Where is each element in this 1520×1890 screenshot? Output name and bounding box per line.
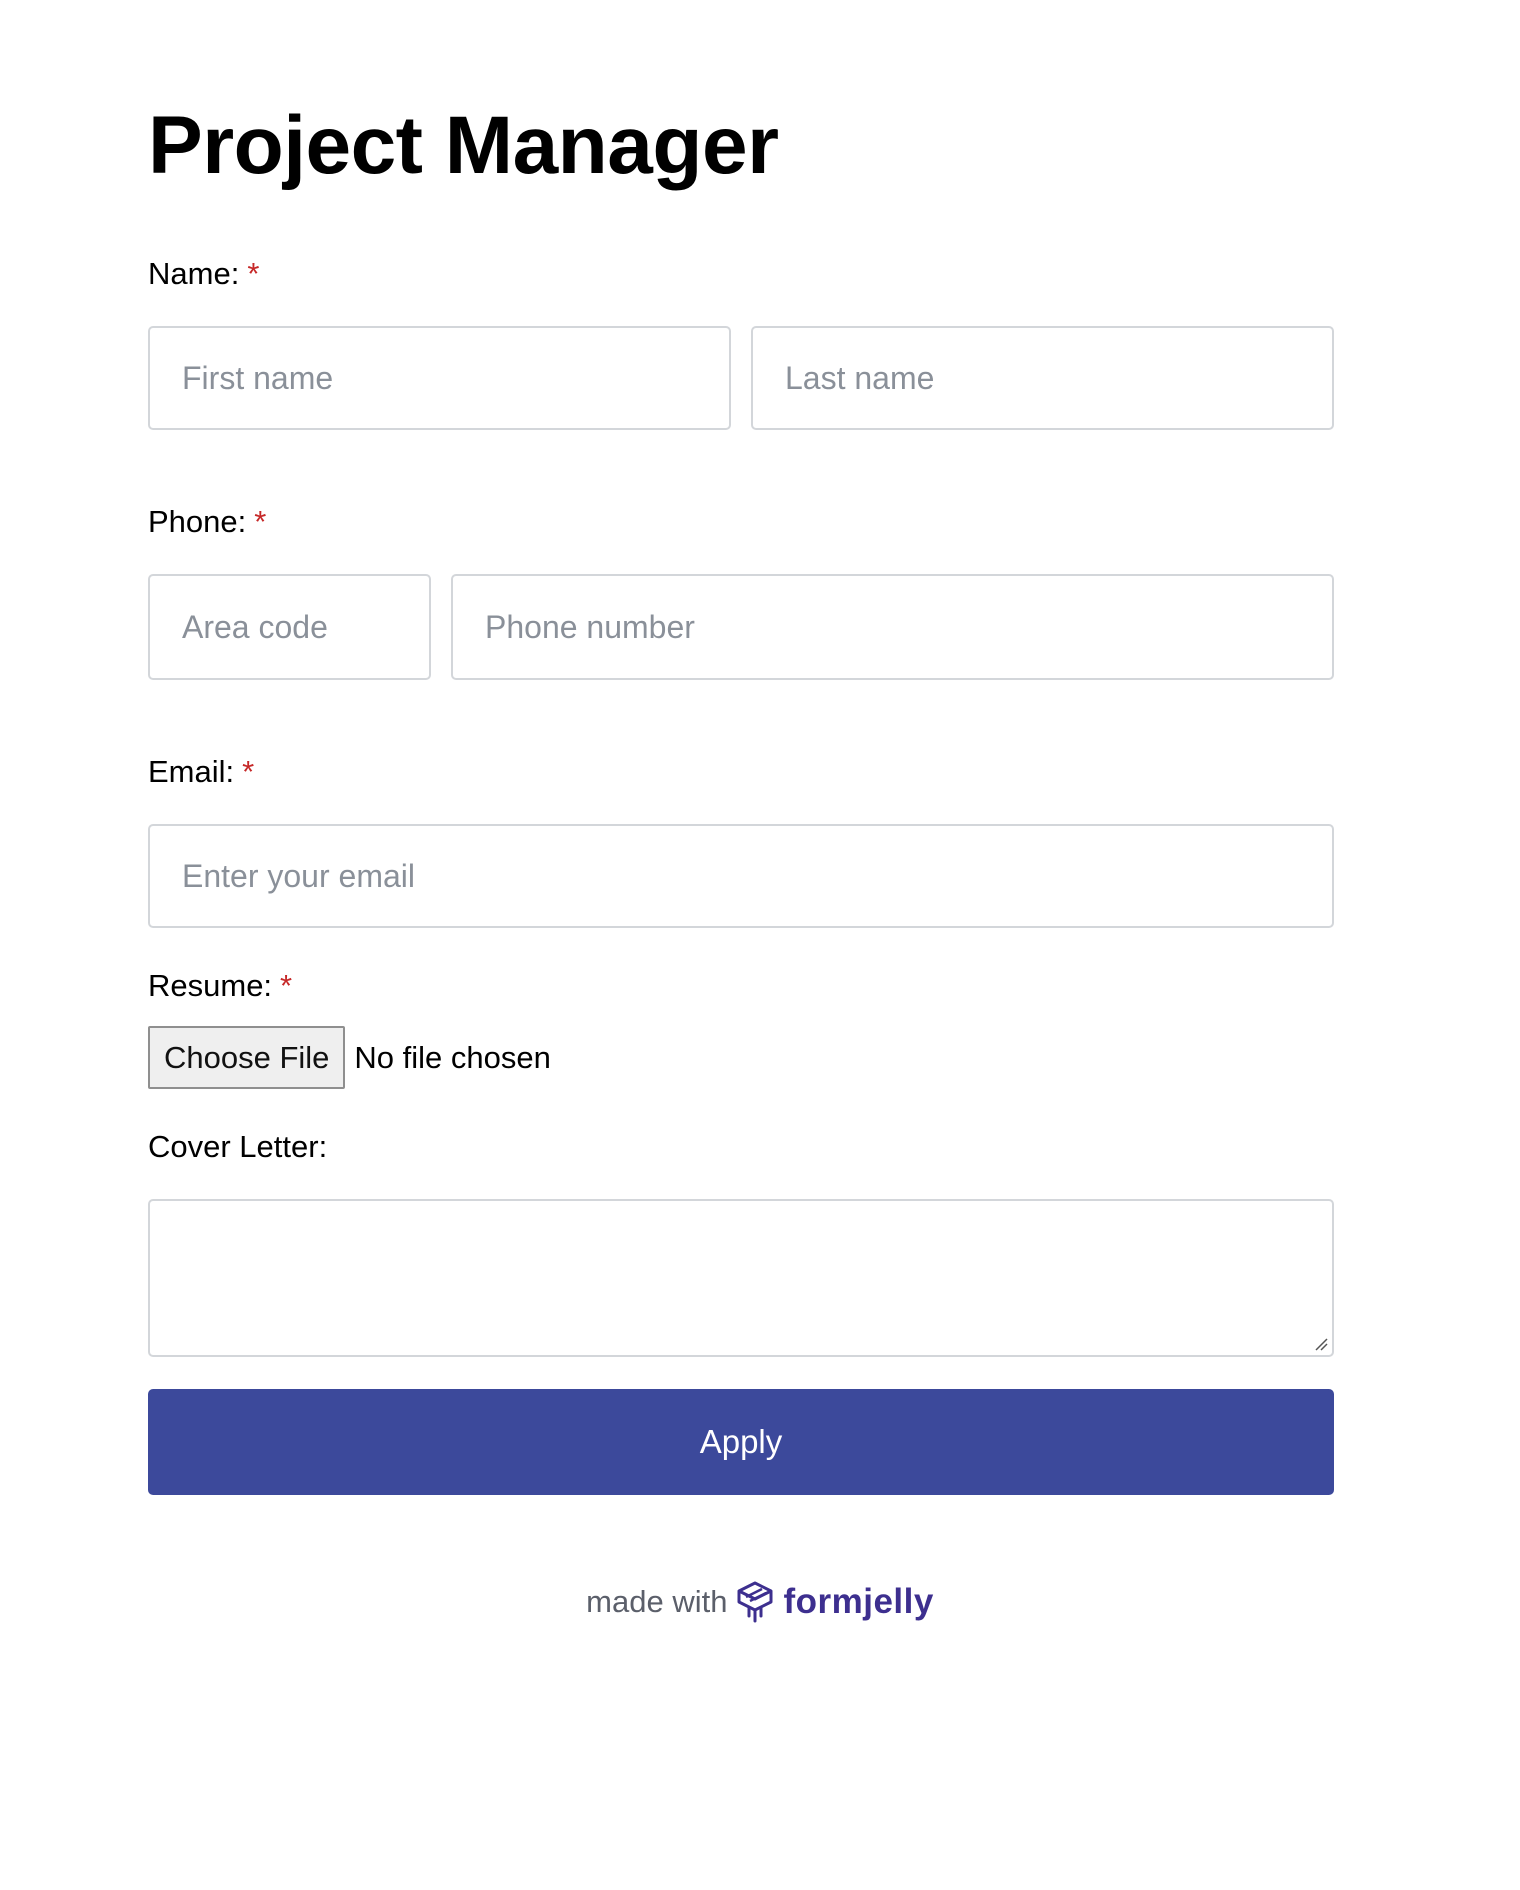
formjelly-logo-icon [737, 1581, 773, 1623]
resize-grip-icon[interactable] [1314, 1337, 1328, 1351]
phone-label: Phone: * [148, 504, 1334, 540]
formjelly-brand-name: formjelly [783, 1582, 934, 1621]
email-required-mark: * [242, 754, 255, 789]
resume-label: Resume: * [148, 968, 1334, 1004]
apply-button[interactable]: Apply [148, 1389, 1334, 1495]
footer-credit[interactable]: made with formjelly [0, 1580, 1520, 1624]
cover-letter-textarea[interactable] [148, 1199, 1334, 1357]
phone-row [148, 574, 1334, 680]
page-title: Project Manager [148, 100, 779, 191]
resume-required-mark: * [280, 968, 293, 1003]
phone-label-text: Phone: [148, 504, 247, 539]
email-label: Email: * [148, 754, 1334, 790]
phone-required-mark: * [254, 504, 267, 539]
resume-label-text: Resume: [148, 968, 273, 1003]
made-with-text: made with [586, 1584, 728, 1619]
name-row [148, 326, 1334, 430]
email-input[interactable] [148, 824, 1334, 928]
name-label: Name: * [148, 256, 1334, 292]
name-required-mark: * [247, 256, 260, 291]
application-form: Project Manager Name:* Phone:* Email:* R… [148, 96, 1334, 1495]
cover-letter-label: Cover Letter: [148, 1129, 328, 1164]
last-name-input[interactable] [751, 326, 1334, 430]
resume-file-picker: Choose File No file chosen [148, 1026, 1334, 1089]
email-label-text: Email: [148, 754, 235, 789]
first-name-input[interactable] [148, 326, 731, 430]
choose-file-button[interactable]: Choose File [148, 1026, 346, 1089]
phone-number-input[interactable] [451, 574, 1334, 680]
name-label-text: Name: [148, 256, 240, 291]
file-status-text: No file chosen [354, 1039, 551, 1075]
area-code-input[interactable] [148, 574, 431, 680]
